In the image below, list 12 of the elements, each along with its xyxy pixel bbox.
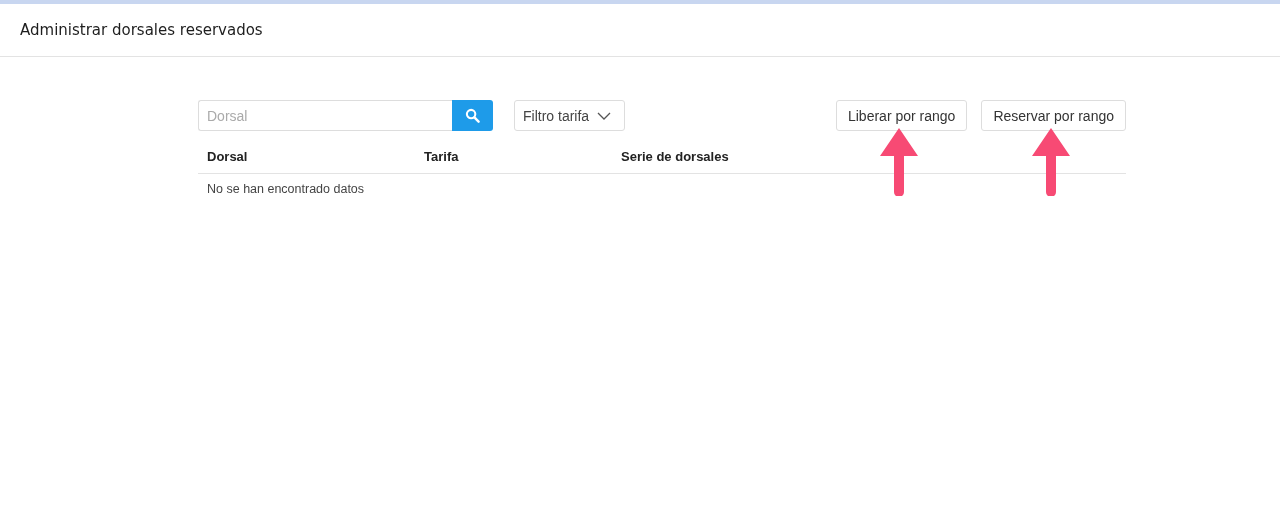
column-header: Serie de dorsales	[621, 149, 729, 164]
tariff-filter-dropdown[interactable]: Filtro tarifa	[514, 100, 625, 131]
column-header: Dorsal	[207, 149, 249, 164]
search-field[interactable]: Dorsal	[198, 100, 452, 131]
page-title: Administrar dorsales reservados	[20, 21, 263, 39]
empty-message: No se han encontrado datos	[207, 182, 365, 196]
chevron-down-icon	[597, 111, 612, 120]
range-button[interactable]: Reservar por rango	[981, 100, 1126, 131]
range-button[interactable]: Liberar por rango	[835, 100, 968, 131]
search-button[interactable]	[452, 100, 493, 131]
search-icon	[465, 108, 480, 123]
column-header: Tarifa	[424, 149, 460, 164]
